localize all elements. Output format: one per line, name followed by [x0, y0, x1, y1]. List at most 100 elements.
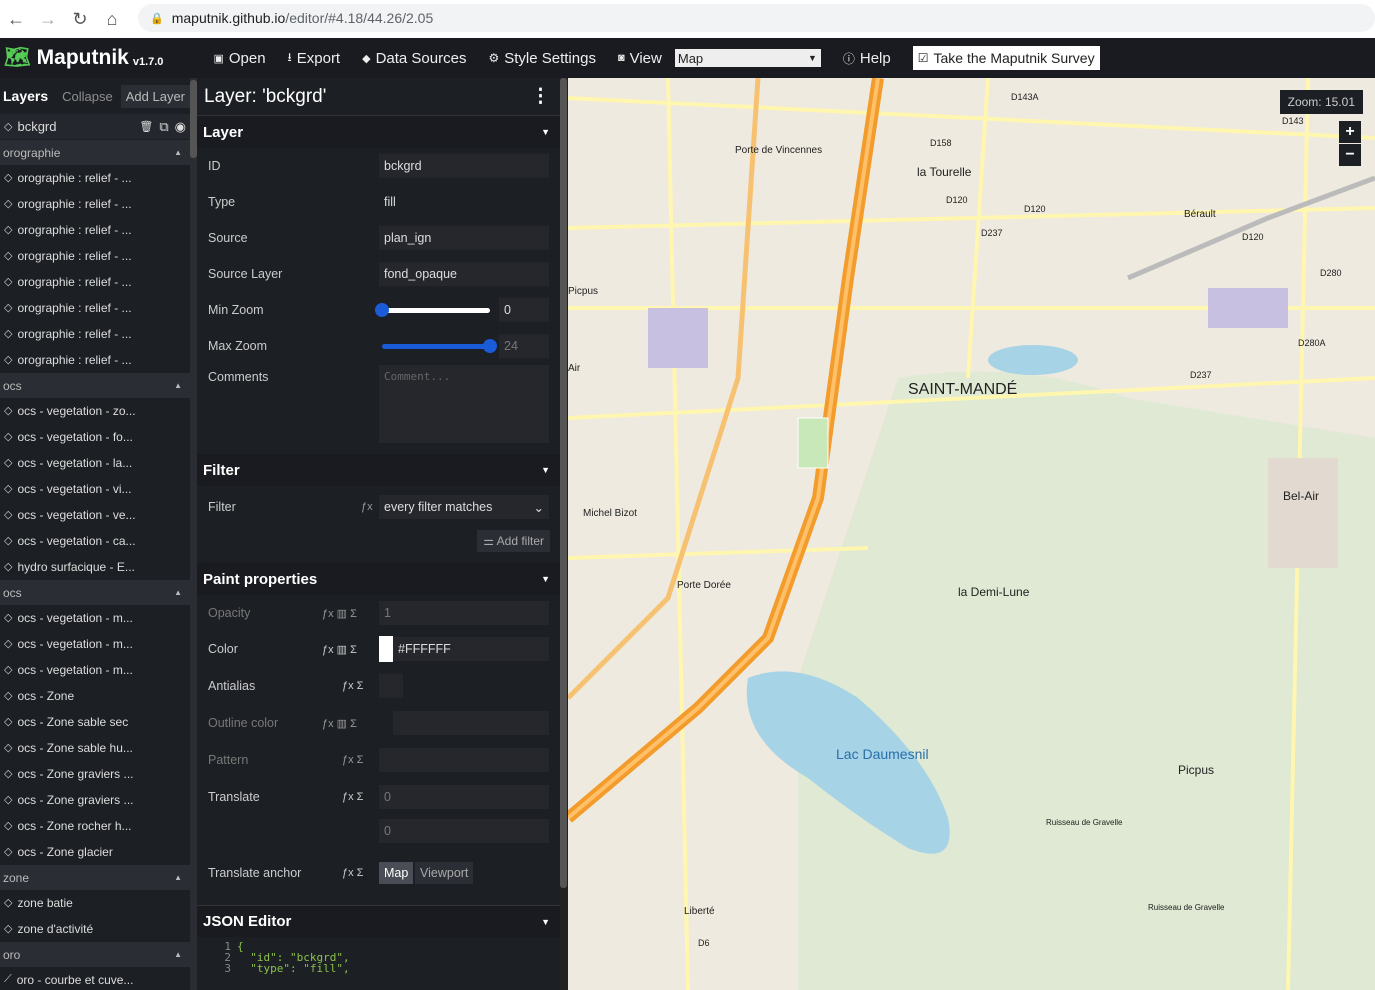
layer-item[interactable]: ◇ hydro surfacique - E... [0, 554, 190, 580]
property-function-icons[interactable]: ƒx Σ [342, 680, 363, 692]
slider-thumb[interactable] [483, 338, 497, 353]
layer-item[interactable]: ◇ ocs - vegetation - vi... [0, 476, 190, 502]
min-zoom-slider[interactable] [375, 302, 490, 317]
eye-icon[interactable]: ◉ [175, 119, 186, 135]
layer-item[interactable]: ◇ ocs - vegetation - fo... [0, 424, 190, 450]
layer-item[interactable]: ◇ ocs - Zone graviers ... [0, 761, 190, 787]
layer-section-header[interactable]: Layer ▼ [197, 116, 560, 148]
layer-item[interactable]: ◇ orographie : relief - ... [0, 165, 190, 191]
layer-item[interactable]: ◇ ocs - Zone rocher h... [0, 813, 190, 839]
layer-item[interactable]: ◇ zone batie [0, 890, 190, 916]
paint-section-header[interactable]: Paint properties ▼ [197, 563, 560, 595]
antialias-checkbox[interactable] [379, 674, 403, 698]
home-icon[interactable]: ⌂ [96, 9, 128, 30]
comments-textarea[interactable]: Comment... [379, 365, 549, 443]
layer-item[interactable]: ◇ orographie : relief - ... [0, 191, 190, 217]
layer-item[interactable]: ◇ orographie : relief - ... [0, 217, 190, 243]
layer-item[interactable]: ◇ ocs - Zone graviers ... [0, 787, 190, 813]
opacity-input[interactable]: 1 [379, 601, 549, 625]
field-input[interactable]: fill [379, 190, 549, 214]
field-input[interactable]: bckgrd [379, 154, 549, 178]
zoom-out-button[interactable]: − [1339, 144, 1361, 166]
layer-item[interactable]: ◇ ocs - Zone [0, 683, 190, 709]
layer-list-scrollbar[interactable] [190, 78, 197, 990]
export-button[interactable]: ⭳ Export [288, 48, 341, 69]
layer-group-header[interactable]: zone ▲ [0, 865, 190, 890]
zoom-in-button[interactable]: + [1339, 121, 1361, 143]
color-input[interactable]: #FFFFFF [379, 636, 549, 662]
property-function-icons[interactable]: ƒx Σ [342, 867, 363, 879]
layer-item-bckgrd[interactable]: ◇ bckgrd 🗑 ⧉ ◉ [0, 114, 190, 140]
json-section-header[interactable]: JSON Editor ▼ [197, 905, 560, 937]
add-layer-button[interactable]: Add Layer [120, 84, 190, 108]
map-view[interactable]: SAINT-MANDÉ la Tourelle la Demi-Lune Lac Da… [568, 78, 1375, 990]
layer-item[interactable]: ⟋ oro - courbe et cuve... [0, 967, 190, 990]
layer-item[interactable]: ◇ ocs - vegetation - ca... [0, 528, 190, 554]
layer-item[interactable]: ◇ ocs - vegetation - m... [0, 605, 190, 631]
property-function-icons[interactable]: ƒx ▥ Σ [322, 643, 357, 656]
logo[interactable]: 🗺 Maputnik v1.7.0 [4, 46, 163, 70]
help-button[interactable]: ⓘ Help [843, 50, 891, 67]
collapse-button[interactable]: Collapse [62, 89, 113, 104]
filter-section-header[interactable]: Filter ▼ [197, 454, 560, 486]
map-label-tourelle: la Tourelle [917, 165, 972, 179]
layer-item[interactable]: ◇ ocs - Zone sable hu... [0, 735, 190, 761]
layer-item[interactable]: ◇ orographie : relief - ... [0, 269, 190, 295]
survey-button[interactable]: ☑ Take the Maputnik Survey [912, 46, 1100, 70]
outline-color-input[interactable] [393, 711, 549, 735]
color-swatch[interactable] [379, 636, 393, 662]
slider-thumb[interactable] [375, 302, 389, 317]
json-editor[interactable]: 1{2 "id": "bckgrd", 3 "type": "fill", [197, 937, 560, 974]
delete-icon[interactable]: 🗑 [139, 120, 153, 133]
layer-group-header[interactable]: ocs ▲ [0, 373, 190, 398]
layer-item[interactable]: ◇ ocs - vegetation - zo... [0, 398, 190, 424]
translate-x-input[interactable]: 0 [379, 785, 549, 809]
layer-item[interactable]: ◇ ocs - vegetation - m... [0, 631, 190, 657]
view-button[interactable]: ◙ View Map ▼ [618, 49, 821, 67]
property-function-icons[interactable]: ƒx Σ [342, 791, 363, 803]
layer-item[interactable]: ◇ orographie : relief - ... [0, 347, 190, 373]
function-icon[interactable]: ƒx [361, 501, 373, 513]
field-input[interactable]: fond_opaque [379, 262, 549, 286]
open-button[interactable]: ▣ Open [213, 50, 265, 67]
layer-item[interactable]: ◇ orographie : relief - ... [0, 295, 190, 321]
translate-y-input[interactable]: 0 [379, 819, 549, 843]
layer-label: ocs - vegetation - ve... [17, 507, 136, 522]
layer-item[interactable]: ◇ ocs - vegetation - ve... [0, 502, 190, 528]
layer-group-header[interactable]: oro ▲ [0, 942, 190, 967]
section-title: JSON Editor [203, 913, 292, 930]
editor-scrollbar[interactable] [560, 78, 568, 990]
min-zoom-input[interactable]: 0 [499, 298, 549, 322]
layer-group-header[interactable]: orographie ▲ [0, 140, 190, 165]
property-function-icons[interactable]: ƒx Σ [342, 754, 363, 766]
property-function-icons[interactable]: ƒx ▥ Σ [322, 717, 357, 730]
layer-item[interactable]: ◇ zone d'activité [0, 916, 190, 942]
property-function-icons[interactable]: ƒx ▥ Σ [322, 607, 357, 620]
field-input[interactable]: plan_ign [379, 226, 549, 250]
add-filter-button[interactable]: ⚌ Add filter [477, 530, 550, 552]
more-menu-icon[interactable]: ⋮ [531, 85, 550, 108]
max-zoom-slider[interactable] [382, 338, 497, 353]
data-sources-button[interactable]: ◆ Data Sources [362, 50, 466, 67]
filter-select[interactable]: every filter matches ⌄ [379, 495, 549, 519]
maputnik-logo-icon: 🗺 [4, 46, 31, 69]
style-settings-button[interactable]: ⚙ Style Settings [488, 50, 595, 67]
pattern-input[interactable] [379, 748, 549, 772]
duplicate-icon[interactable]: ⧉ [159, 119, 168, 135]
layer-item[interactable]: ◇ ocs - Zone sable sec [0, 709, 190, 735]
layers-title: Layers [3, 88, 49, 104]
max-zoom-input[interactable]: 24 [499, 334, 549, 358]
layer-item[interactable]: ◇ ocs - vegetation - la... [0, 450, 190, 476]
back-icon[interactable]: ← [0, 9, 32, 30]
layer-item[interactable]: ◇ ocs - Zone glacier [0, 839, 190, 865]
address-bar[interactable]: 🔒 maputnik.github.io/editor/#4.18/44.26/2… [138, 4, 1375, 32]
reload-icon[interactable]: ↻ [64, 9, 96, 30]
layer-group-header[interactable]: ocs ▲ [0, 580, 190, 605]
anchor-map-button[interactable]: Map [379, 862, 414, 884]
view-select[interactable]: Map ▼ [674, 49, 821, 67]
forward-icon[interactable]: → [32, 9, 64, 30]
layer-item[interactable]: ◇ orographie : relief - ... [0, 321, 190, 347]
anchor-viewport-button[interactable]: Viewport [415, 862, 474, 884]
layer-item[interactable]: ◇ ocs - vegetation - m... [0, 657, 190, 683]
layer-item[interactable]: ◇ orographie : relief - ... [0, 243, 190, 269]
